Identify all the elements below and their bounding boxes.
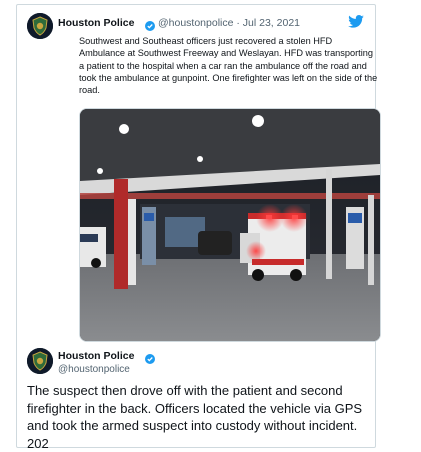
author-name[interactable]: Houston Police [58, 350, 134, 362]
tweet-body: The suspect then drove off with the pati… [27, 383, 363, 434]
engagement-count: 202 [27, 435, 49, 451]
verified-badge-icon [145, 351, 155, 364]
verified-badge-icon [145, 18, 155, 31]
tweet-card: Houston Police @houstonpolice · Jul 23, … [16, 4, 381, 451]
tweet-text: The suspect then drove off with the pati… [27, 382, 372, 452]
twitter-bird-icon[interactable] [348, 15, 364, 33]
houston-police-badge-icon[interactable] [27, 348, 53, 374]
tweet-photo[interactable] [79, 108, 381, 342]
author-handle[interactable]: @houstonpolice [58, 364, 130, 375]
author-name[interactable]: Houston Police [58, 17, 134, 29]
author-handle-date[interactable]: @houstonpolice · Jul 23, 2021 [158, 17, 300, 29]
houston-police-badge-icon[interactable] [27, 13, 53, 39]
tweet-text: Southwest and Southeast officers just re… [79, 36, 378, 96]
